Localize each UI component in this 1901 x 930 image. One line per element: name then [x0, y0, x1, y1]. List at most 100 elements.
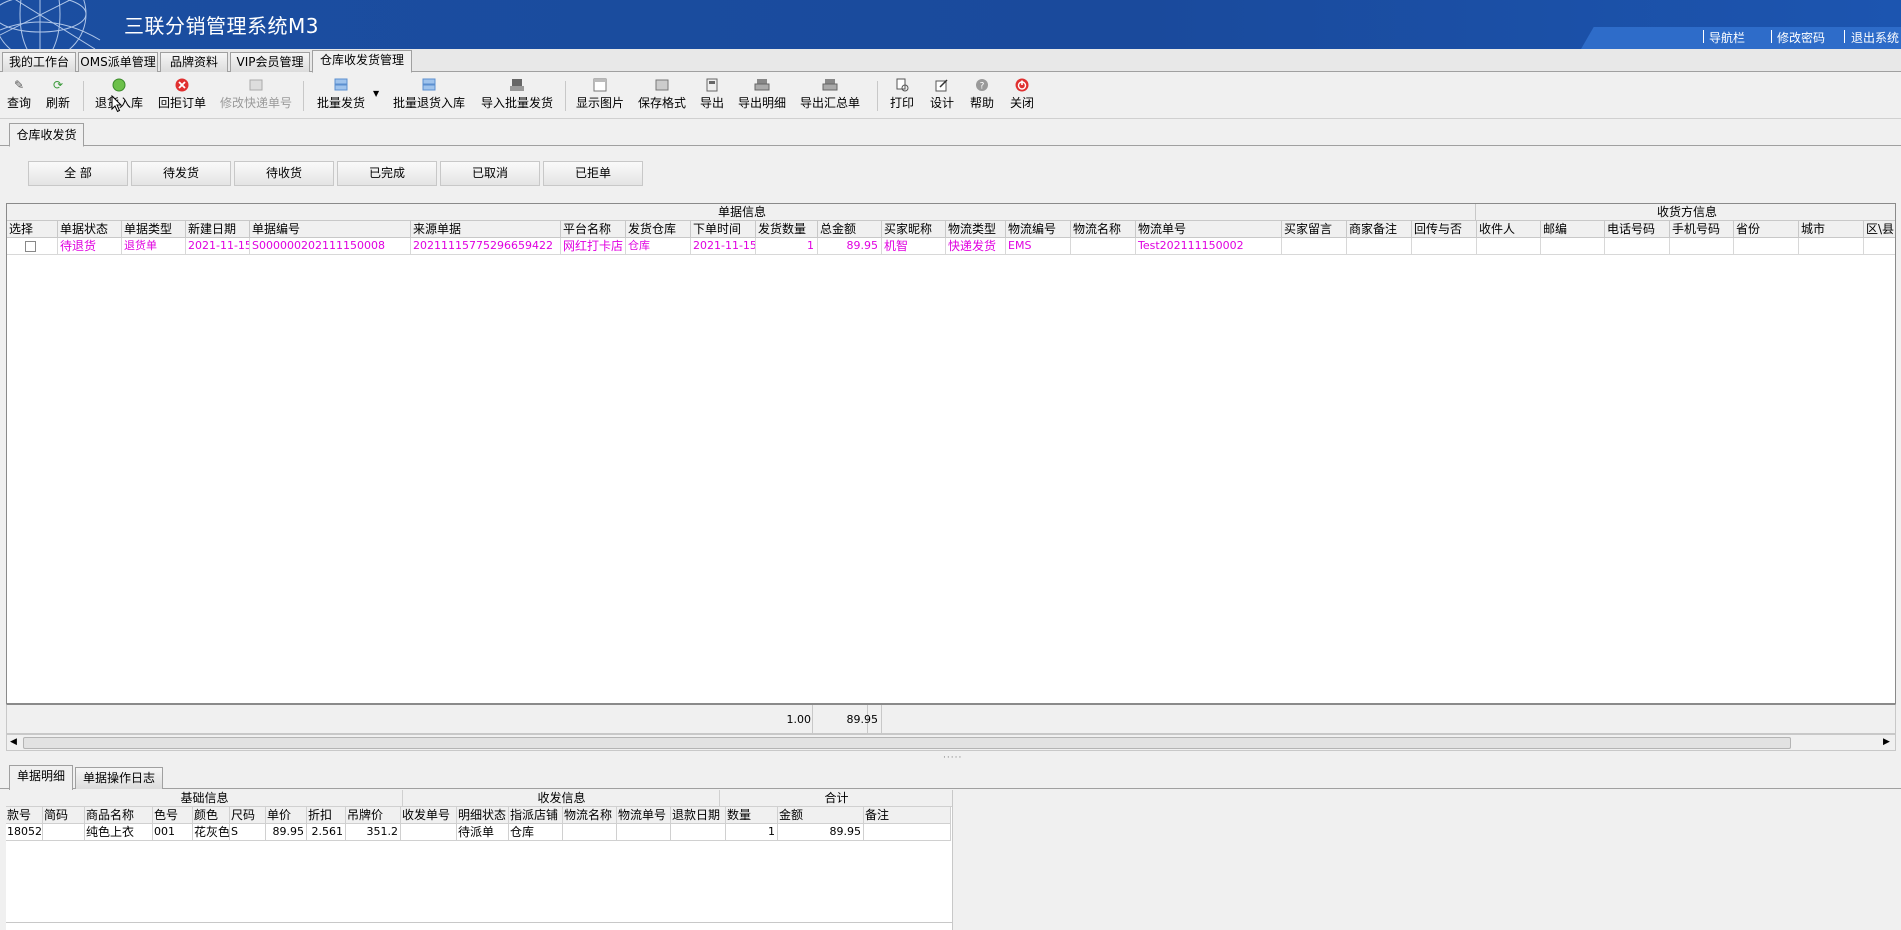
cell-mobile [1670, 238, 1734, 255]
reject-icon [174, 78, 190, 92]
detail-column-header-short-code[interactable]: 简码 [43, 807, 85, 824]
chevron-down-icon[interactable]: ▼ [373, 89, 379, 98]
column-header-sync-status[interactable]: 回传与否 [1412, 221, 1477, 238]
detail-cell-assigned-store: 仓库 [509, 824, 563, 841]
batch-ship-button[interactable]: 批量发货 [313, 78, 369, 116]
column-header-order-time[interactable]: 下单时间 [691, 221, 756, 238]
detail-column-header-unit-price[interactable]: 单价 [266, 807, 307, 824]
scroll-right-icon[interactable]: ▶ [1883, 737, 1890, 747]
column-header-total-amount[interactable]: 总金额 [818, 221, 882, 238]
detail-column-header-remark[interactable]: 备注 [864, 807, 951, 824]
detail-column-header-refund-date[interactable]: 退款日期 [671, 807, 726, 824]
column-header-logistics-type[interactable]: 物流类型 [946, 221, 1006, 238]
detail-column-header-product-name[interactable]: 商品名称 [85, 807, 153, 824]
column-header-buyer-nick[interactable]: 买家昵称 [882, 221, 946, 238]
detail-column-header-discount[interactable]: 折扣 [307, 807, 346, 824]
column-header-status[interactable]: 单据状态 [58, 221, 122, 238]
column-header-city[interactable]: 城市 [1799, 221, 1864, 238]
detail-column-header-size[interactable]: 尺码 [230, 807, 266, 824]
change-password-link[interactable]: 修改密码 [1777, 29, 1825, 46]
filter-pending-shipment-button[interactable]: 待发货 [131, 161, 231, 186]
close-button[interactable]: 关闭 [1008, 78, 1036, 116]
tab-vip-member[interactable]: VIP会员管理 [230, 52, 310, 72]
cell-source-doc: 20211115775296659422 [411, 238, 561, 255]
detail-column-header-receipt-no[interactable]: 收发单号 [401, 807, 457, 824]
query-button[interactable]: ✎ 查询 [4, 78, 34, 116]
column-header-platform[interactable]: 平台名称 [561, 221, 626, 238]
column-header-create-date[interactable]: 新建日期 [186, 221, 250, 238]
detail-column-header-quantity[interactable]: 数量 [726, 807, 778, 824]
design-button[interactable]: 设计 [928, 78, 956, 116]
column-header-tracking-number[interactable]: 物流单号 [1136, 221, 1282, 238]
header-separator [1771, 30, 1772, 43]
tab-oms-dispatch[interactable]: OMS派单管理 [78, 52, 158, 72]
scroll-left-icon[interactable]: ◀ [10, 737, 17, 747]
row-checkbox[interactable] [25, 241, 36, 252]
refresh-button[interactable]: ⟳ 刷新 [43, 78, 73, 116]
column-header-district[interactable]: 区\县 [1864, 221, 1895, 238]
detail-cell-unit-price: 89.95 [266, 824, 307, 841]
cell-merchant-note [1347, 238, 1412, 255]
column-header-phone[interactable]: 电话号码 [1605, 221, 1670, 238]
detail-column-header-color-code[interactable]: 色号 [153, 807, 193, 824]
column-header-logistics-code[interactable]: 物流编号 [1006, 221, 1071, 238]
import-batch-ship-button[interactable]: 导入批量发货 [478, 78, 556, 116]
detail-cell-amount: 89.95 [778, 824, 864, 841]
detail-column-header-tag-price[interactable]: 吊牌价 [346, 807, 401, 824]
export-detail-button[interactable]: 导出明细 [736, 78, 788, 116]
detail-column-header-amount[interactable]: 金额 [778, 807, 864, 824]
column-header-doc-number[interactable]: 单据编号 [250, 221, 411, 238]
detail-column-header-style-no[interactable]: 款号 [6, 807, 43, 824]
detail-column-header-tracking-number[interactable]: 物流单号 [617, 807, 671, 824]
splitter-grip-icon: ····· [943, 753, 963, 763]
column-header-postcode[interactable]: 邮编 [1541, 221, 1605, 238]
batch-return-button[interactable]: 批量退货入库 [390, 78, 468, 116]
export-summary-button[interactable]: 导出汇总单 [798, 78, 862, 116]
detail-column-header-logistics-name[interactable]: 物流名称 [563, 807, 617, 824]
filter-completed-button[interactable]: 已完成 [337, 161, 437, 186]
column-header-recipient[interactable]: 收件人 [1477, 221, 1541, 238]
edit-express-number-button[interactable]: 修改快递单号 [218, 78, 294, 116]
tab-operation-log[interactable]: 单据操作日志 [75, 767, 163, 789]
batch-return-icon [421, 78, 437, 92]
column-header-type[interactable]: 单据类型 [122, 221, 186, 238]
detail-column-header-color[interactable]: 颜色 [193, 807, 230, 824]
tab-warehouse-shipping[interactable]: 仓库收发货管理 [312, 50, 412, 73]
panel-splitter[interactable]: ····· [0, 752, 1901, 764]
column-header-buyer-message[interactable]: 买家留言 [1282, 221, 1347, 238]
cell-select[interactable] [7, 238, 58, 255]
scrollbar-thumb[interactable] [23, 737, 1791, 749]
tab-document-detail[interactable]: 单据明细 [9, 765, 73, 790]
column-header-logistics-name[interactable]: 物流名称 [1071, 221, 1136, 238]
cell-province [1734, 238, 1799, 255]
detail-cell-receipt-no [401, 824, 457, 841]
cell-platform: 网红打卡店 [561, 238, 626, 255]
horizontal-scrollbar[interactable]: ◀ ▶ [6, 734, 1896, 751]
filter-cancelled-button[interactable]: 已取消 [440, 161, 540, 186]
tab-warehouse-shipping-receiving[interactable]: 仓库收发货 [9, 123, 84, 147]
filter-pending-receipt-button[interactable]: 待收货 [234, 161, 334, 186]
detail-cell-size: S [230, 824, 266, 841]
logout-link[interactable]: 退出系统 [1851, 29, 1899, 46]
save-format-button[interactable]: 保存格式 [636, 78, 688, 116]
export-button[interactable]: 导出 [698, 78, 726, 116]
detail-column-header-assigned-store[interactable]: 指派店铺 [509, 807, 563, 824]
column-header-warehouse[interactable]: 发货仓库 [626, 221, 691, 238]
filter-all-button[interactable]: 全 部 [28, 161, 128, 186]
tab-my-workbench[interactable]: 我的工作台 [2, 52, 76, 72]
column-header-merchant-note[interactable]: 商家备注 [1347, 221, 1412, 238]
tab-brand-info[interactable]: 品牌资料 [160, 52, 228, 72]
column-header-mobile[interactable]: 手机号码 [1670, 221, 1734, 238]
detail-column-header-detail-status[interactable]: 明细状态 [457, 807, 509, 824]
help-button[interactable]: ? 帮助 [968, 78, 996, 116]
show-image-button[interactable]: 显示图片 [574, 78, 626, 116]
cell-buyer-message [1282, 238, 1347, 255]
reject-order-button[interactable]: 回拒订单 [156, 78, 208, 116]
column-header-select[interactable]: 选择 [7, 221, 58, 238]
print-button[interactable]: 打印 [888, 78, 916, 116]
column-header-source-doc[interactable]: 来源单据 [411, 221, 561, 238]
filter-rejected-button[interactable]: 已拒单 [543, 161, 643, 186]
column-header-ship-qty[interactable]: 发货数量 [756, 221, 818, 238]
column-header-province[interactable]: 省份 [1734, 221, 1799, 238]
nav-bar-link[interactable]: 导航栏 [1709, 29, 1745, 46]
